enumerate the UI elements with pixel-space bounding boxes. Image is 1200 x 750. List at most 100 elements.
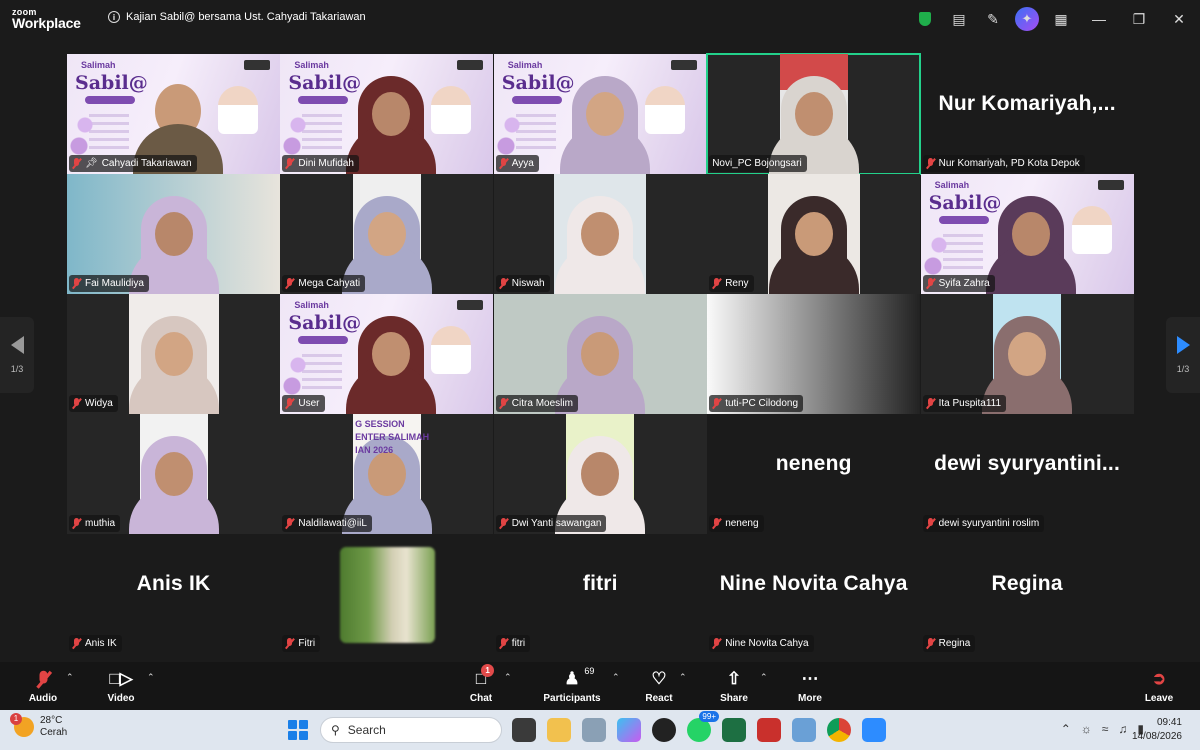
- participant-nametag: Nur Komariyah, PD Kota Depok: [922, 155, 1085, 172]
- taskbar-clock[interactable]: 09:41 14/08/2026: [1132, 716, 1182, 744]
- participants-button[interactable]: ♟ 69 Participants: [540, 662, 604, 710]
- participant-tile[interactable]: neneng neneng: [707, 414, 921, 534]
- arrow-left-icon: [10, 336, 24, 354]
- wifi-icon[interactable]: ≈: [1102, 722, 1109, 736]
- camera-feed: [767, 174, 860, 294]
- participant-tile[interactable]: Novi_PC Bojongsari: [706, 53, 922, 175]
- titlebar-icons: ▤ ✎ ✦ ▦ — ❐ ✕: [908, 0, 1200, 38]
- chevron-up-icon[interactable]: ⌃: [1061, 722, 1071, 736]
- participant-display-name: neneng: [775, 452, 852, 475]
- participant-tile[interactable]: Reny: [707, 174, 921, 294]
- search-icon: ⚲: [331, 723, 340, 737]
- participant-tile[interactable]: Niswah: [493, 174, 707, 294]
- share-button[interactable]: ⇧ Share: [715, 662, 753, 710]
- pdf-reader-icon[interactable]: [757, 718, 781, 742]
- react-options-caret[interactable]: ⌃: [679, 672, 687, 683]
- start-button[interactable]: [288, 720, 308, 740]
- logo-line2: Workplace: [12, 15, 81, 31]
- participant-tile[interactable]: muthia: [67, 414, 280, 534]
- mic-muted-icon: [926, 518, 935, 529]
- leave-button[interactable]: ➲ Leave: [1140, 662, 1178, 710]
- poster-speaker-photo: [218, 86, 258, 134]
- participant-tile[interactable]: tuti-PC Cilodong: [707, 294, 921, 414]
- participant-tile[interactable]: Regina Regina: [920, 534, 1134, 654]
- file-explorer-icon[interactable]: [547, 718, 571, 742]
- zoom-logo: zoom Workplace: [12, 7, 81, 31]
- participant-display-name: Anis IK: [136, 572, 211, 595]
- poster-brand: Salimah: [934, 180, 970, 190]
- info-icon[interactable]: i: [108, 11, 120, 23]
- participant-tile[interactable]: Salimah Sabil@ Ayya: [493, 54, 707, 174]
- participant-tile[interactable]: Widya: [67, 294, 280, 414]
- participant-name: Citra Moeslim: [511, 398, 573, 409]
- participant-name: Mega Cahyati: [298, 278, 361, 289]
- video-button[interactable]: □▷ Video: [102, 662, 140, 710]
- fitri-video-thumbnail[interactable]: [340, 547, 435, 643]
- participants-options-caret[interactable]: ⌃: [612, 672, 620, 683]
- audio-button[interactable]: Audio: [24, 662, 62, 710]
- network-icon[interactable]: ☼: [1081, 722, 1092, 736]
- background-banner-text: G SESSION ENTER SALIMAH IAN 2026: [355, 419, 430, 455]
- participant-tile[interactable]: Ita Puspita111: [920, 294, 1134, 414]
- zoom-taskbar-icon[interactable]: [862, 718, 886, 742]
- poster-decoration: [298, 336, 349, 344]
- whatsapp-icon[interactable]: 99+: [687, 711, 719, 742]
- mic-muted-icon: [926, 158, 935, 169]
- participant-tile[interactable]: Fai Maulidiya: [67, 174, 280, 294]
- notes-icon[interactable]: ▤: [942, 0, 976, 38]
- calculator-icon[interactable]: [582, 718, 606, 742]
- restore-icon[interactable]: ❐: [1120, 0, 1158, 38]
- more-button[interactable]: ⋯ More: [791, 662, 829, 710]
- mic-muted-icon: [285, 638, 294, 649]
- weather-widget[interactable]: 1 28°C Cerah: [10, 713, 67, 739]
- snipping-tool-icon[interactable]: [792, 718, 816, 742]
- mic-muted-icon: [712, 638, 721, 649]
- participant-tile[interactable]: G SESSION ENTER SALIMAH IAN 2026 Naldilaw…: [280, 414, 494, 534]
- participant-video: [128, 314, 219, 414]
- share-options-caret[interactable]: ⌃: [760, 672, 768, 683]
- participant-tile[interactable]: Citra Moeslim: [493, 294, 707, 414]
- ai-companion-icon[interactable]: ✦: [1010, 0, 1044, 38]
- meeting-title[interactable]: i Kajian Sabil@ bersama Ust. Cahyadi Tak…: [108, 11, 366, 23]
- media-player-icon[interactable]: [652, 718, 676, 742]
- minimize-icon[interactable]: —: [1078, 0, 1120, 38]
- chat-button[interactable]: □ 1 Chat: [462, 662, 500, 710]
- participant-tile[interactable]: fitri fitri: [493, 534, 707, 654]
- copilot-icon[interactable]: [617, 718, 641, 742]
- volume-icon[interactable]: ♫: [1118, 722, 1127, 736]
- previous-page-button[interactable]: 1/3: [0, 317, 34, 393]
- participant-tile[interactable]: Salimah Sabil@ Dini Mufidah: [280, 54, 494, 174]
- participants-label: Participants: [543, 693, 601, 704]
- more-label: More: [798, 693, 822, 704]
- excel-icon[interactable]: [722, 718, 746, 742]
- participant-display-name: Nine Novita Cahya: [719, 572, 908, 595]
- close-icon[interactable]: ✕: [1158, 0, 1200, 38]
- participant-tile[interactable]: Salimah Sabil@ 📌︎ Cahyadi Takariawan: [67, 54, 280, 174]
- annotate-icon[interactable]: ✎: [976, 0, 1010, 38]
- participant-tile[interactable]: Salimah Sabil@ Syifa Zahra: [920, 174, 1134, 294]
- meeting-title-text: Kajian Sabil@ bersama Ust. Cahyadi Takar…: [126, 11, 366, 23]
- participant-nametag: Regina: [922, 635, 976, 652]
- chrome-icon[interactable]: [827, 718, 851, 742]
- audio-options-caret[interactable]: ⌃: [66, 672, 74, 683]
- participant-tile[interactable]: dewi syuryantini... dewi syuryantini rosl…: [920, 414, 1134, 534]
- meeting-toolbar: Audio ⌃ □▷ Video ⌃ □ 1 Chat ⌃ ♟ 69 Partici…: [0, 662, 1200, 710]
- participant-tile[interactable]: Dwi Yanti sawangan: [493, 414, 707, 534]
- participant-nametag: muthia: [69, 515, 121, 532]
- participant-tile[interactable]: Nine Novita Cahya Nine Novita Cahya: [707, 534, 921, 654]
- chat-options-caret[interactable]: ⌃: [504, 672, 512, 683]
- participant-tile[interactable]: Anis IK Anis IK: [67, 534, 280, 654]
- task-view-icon[interactable]: [512, 718, 536, 742]
- participant-tile[interactable]: Nur Komariyah,... Nur Komariyah, PD Kota …: [920, 54, 1134, 174]
- shield-icon[interactable]: [908, 0, 942, 38]
- taskbar-search[interactable]: ⚲ Search: [320, 717, 502, 743]
- video-label: Video: [107, 693, 135, 704]
- participant-tile[interactable]: Mega Cahyati: [280, 174, 494, 294]
- participant-tile[interactable]: Salimah Sabil@ User: [280, 294, 494, 414]
- video-options-caret[interactable]: ⌃: [147, 672, 155, 683]
- react-button[interactable]: ♡ React: [640, 662, 678, 710]
- next-page-button[interactable]: 1/3: [1166, 317, 1200, 393]
- poster-decoration: [511, 96, 562, 104]
- participant-display-name: fitri: [582, 572, 618, 595]
- apps-grid-icon[interactable]: ▦: [1044, 0, 1078, 38]
